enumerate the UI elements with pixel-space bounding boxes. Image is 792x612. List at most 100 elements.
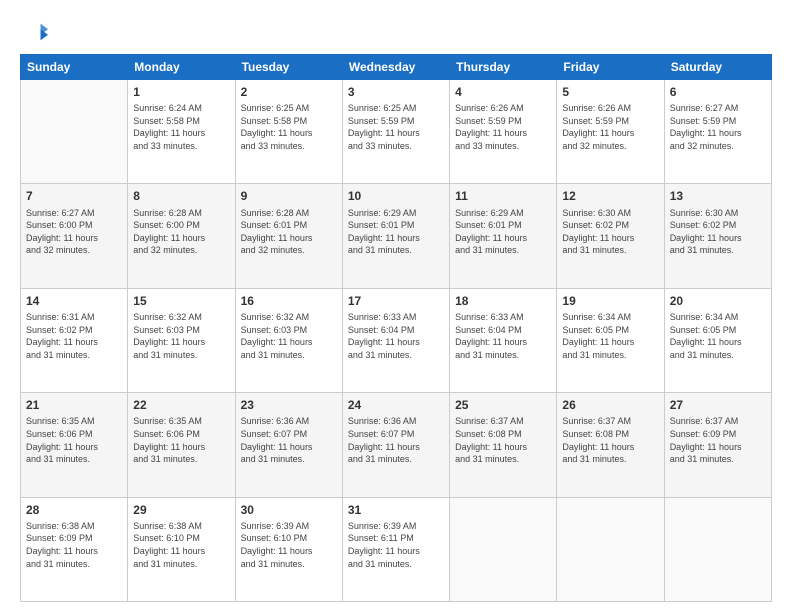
day-info: Sunrise: 6:29 AM Sunset: 6:01 PM Dayligh… [455, 207, 551, 257]
day-info: Sunrise: 6:34 AM Sunset: 6:05 PM Dayligh… [670, 311, 766, 361]
day-number: 12 [562, 188, 658, 204]
day-info: Sunrise: 6:39 AM Sunset: 6:11 PM Dayligh… [348, 520, 444, 570]
day-number: 13 [670, 188, 766, 204]
day-number: 10 [348, 188, 444, 204]
calendar-cell: 16Sunrise: 6:32 AM Sunset: 6:03 PM Dayli… [235, 288, 342, 392]
day-info: Sunrise: 6:25 AM Sunset: 5:58 PM Dayligh… [241, 102, 337, 152]
calendar-cell: 15 Sunrise: 6:32 AM Sunset: 6:03 PM Dayli… [128, 288, 235, 392]
day-info: Sunrise: 6:36 AM Sunset: 6:07 PM Dayligh… [241, 415, 337, 465]
day-number: 19 [562, 293, 658, 309]
day-number: 17 [348, 293, 444, 309]
calendar-cell: 27 Sunrise: 6:37 AM Sunset: 6:09 PM Dayli… [664, 393, 771, 497]
day-info: Sunrise: 6:33 AM Sunset: 6:04 PM Dayligh… [455, 311, 551, 361]
calendar-cell: 22Sunrise: 6:35 AM Sunset: 6:06 PM Dayli… [128, 393, 235, 497]
calendar-cell: 8Sunrise: 6:28 AM Sunset: 6:00 PM Daylig… [128, 184, 235, 288]
weekday-header: Wednesday [342, 55, 449, 80]
day-info: Sunrise: 6:30 AM Sunset: 6:02 PM Dayligh… [562, 207, 658, 257]
day-number: 29 [133, 502, 229, 518]
calendar-cell [21, 80, 128, 184]
calendar-cell: 25 Sunrise: 6:37 AM Sunset: 6:08 PM Dayli… [450, 393, 557, 497]
day-number: 28 [26, 502, 122, 518]
logo-icon [20, 18, 48, 46]
day-number: 4 [455, 84, 551, 100]
day-number: 6 [670, 84, 766, 100]
calendar-cell: 9 Sunrise: 6:28 AM Sunset: 6:01 PM Daylig… [235, 184, 342, 288]
calendar-cell: 29 Sunrise: 6:38 AM Sunset: 6:10 PM Dayli… [128, 497, 235, 601]
weekday-header: Friday [557, 55, 664, 80]
day-info: Sunrise: 6:31 AM Sunset: 6:02 PM Dayligh… [26, 311, 122, 361]
calendar-cell: 21Sunrise: 6:35 AM Sunset: 6:06 PM Dayli… [21, 393, 128, 497]
calendar-cell: 19 Sunrise: 6:34 AM Sunset: 6:05 PM Dayli… [557, 288, 664, 392]
weekday-header: Sunday [21, 55, 128, 80]
calendar-cell: 10 Sunrise: 6:29 AM Sunset: 6:01 PM Dayli… [342, 184, 449, 288]
weekday-header: Tuesday [235, 55, 342, 80]
day-info: Sunrise: 6:25 AM Sunset: 5:59 PM Dayligh… [348, 102, 444, 152]
calendar-cell [664, 497, 771, 601]
calendar-cell: 1 Sunrise: 6:24 AM Sunset: 5:58 PM Daylig… [128, 80, 235, 184]
calendar-cell: 11 Sunrise: 6:29 AM Sunset: 6:01 PM Dayli… [450, 184, 557, 288]
day-info: Sunrise: 6:26 AM Sunset: 5:59 PM Dayligh… [562, 102, 658, 152]
day-info: Sunrise: 6:37 AM Sunset: 6:09 PM Dayligh… [670, 415, 766, 465]
calendar-cell: 5Sunrise: 6:26 AM Sunset: 5:59 PM Daylig… [557, 80, 664, 184]
calendar-cell: 7 Sunrise: 6:27 AM Sunset: 6:00 PM Daylig… [21, 184, 128, 288]
day-number: 26 [562, 397, 658, 413]
day-number: 23 [241, 397, 337, 413]
calendar: SundayMondayTuesdayWednesdayThursdayFrid… [20, 54, 772, 602]
day-info: Sunrise: 6:38 AM Sunset: 6:10 PM Dayligh… [133, 520, 229, 570]
day-number: 22 [133, 397, 229, 413]
calendar-cell [557, 497, 664, 601]
calendar-cell: 26 Sunrise: 6:37 AM Sunset: 6:08 PM Dayli… [557, 393, 664, 497]
calendar-cell: 14 Sunrise: 6:31 AM Sunset: 6:02 PM Dayli… [21, 288, 128, 392]
day-number: 27 [670, 397, 766, 413]
day-number: 9 [241, 188, 337, 204]
calendar-cell: 12 Sunrise: 6:30 AM Sunset: 6:02 PM Dayli… [557, 184, 664, 288]
day-info: Sunrise: 6:26 AM Sunset: 5:59 PM Dayligh… [455, 102, 551, 152]
day-info: Sunrise: 6:28 AM Sunset: 6:01 PM Dayligh… [241, 207, 337, 257]
calendar-cell: 2Sunrise: 6:25 AM Sunset: 5:58 PM Daylig… [235, 80, 342, 184]
day-info: Sunrise: 6:24 AM Sunset: 5:58 PM Dayligh… [133, 102, 229, 152]
day-number: 1 [133, 84, 229, 100]
calendar-cell: 18 Sunrise: 6:33 AM Sunset: 6:04 PM Dayli… [450, 288, 557, 392]
day-info: Sunrise: 6:34 AM Sunset: 6:05 PM Dayligh… [562, 311, 658, 361]
day-number: 3 [348, 84, 444, 100]
calendar-cell [450, 497, 557, 601]
day-info: Sunrise: 6:32 AM Sunset: 6:03 PM Dayligh… [241, 311, 337, 361]
header [20, 18, 772, 46]
day-info: Sunrise: 6:37 AM Sunset: 6:08 PM Dayligh… [455, 415, 551, 465]
page: SundayMondayTuesdayWednesdayThursdayFrid… [0, 0, 792, 612]
day-info: Sunrise: 6:27 AM Sunset: 5:59 PM Dayligh… [670, 102, 766, 152]
day-number: 25 [455, 397, 551, 413]
day-info: Sunrise: 6:32 AM Sunset: 6:03 PM Dayligh… [133, 311, 229, 361]
day-info: Sunrise: 6:33 AM Sunset: 6:04 PM Dayligh… [348, 311, 444, 361]
day-info: Sunrise: 6:27 AM Sunset: 6:00 PM Dayligh… [26, 207, 122, 257]
day-number: 30 [241, 502, 337, 518]
weekday-header: Monday [128, 55, 235, 80]
logo [20, 18, 52, 46]
day-number: 14 [26, 293, 122, 309]
day-number: 15 [133, 293, 229, 309]
day-number: 8 [133, 188, 229, 204]
day-info: Sunrise: 6:38 AM Sunset: 6:09 PM Dayligh… [26, 520, 122, 570]
calendar-cell: 3 Sunrise: 6:25 AM Sunset: 5:59 PM Daylig… [342, 80, 449, 184]
calendar-cell: 31 Sunrise: 6:39 AM Sunset: 6:11 PM Dayli… [342, 497, 449, 601]
day-info: Sunrise: 6:39 AM Sunset: 6:10 PM Dayligh… [241, 520, 337, 570]
weekday-header: Thursday [450, 55, 557, 80]
weekday-header: Saturday [664, 55, 771, 80]
calendar-cell: 28 Sunrise: 6:38 AM Sunset: 6:09 PM Dayli… [21, 497, 128, 601]
day-info: Sunrise: 6:30 AM Sunset: 6:02 PM Dayligh… [670, 207, 766, 257]
day-number: 31 [348, 502, 444, 518]
day-number: 18 [455, 293, 551, 309]
calendar-cell: 17 Sunrise: 6:33 AM Sunset: 6:04 PM Dayli… [342, 288, 449, 392]
day-number: 21 [26, 397, 122, 413]
day-number: 11 [455, 188, 551, 204]
day-number: 7 [26, 188, 122, 204]
calendar-cell: 6 Sunrise: 6:27 AM Sunset: 5:59 PM Daylig… [664, 80, 771, 184]
calendar-cell: 30 Sunrise: 6:39 AM Sunset: 6:10 PM Dayli… [235, 497, 342, 601]
day-number: 20 [670, 293, 766, 309]
calendar-cell: 13 Sunrise: 6:30 AM Sunset: 6:02 PM Dayli… [664, 184, 771, 288]
calendar-cell: 24Sunrise: 6:36 AM Sunset: 6:07 PM Dayli… [342, 393, 449, 497]
day-info: Sunrise: 6:37 AM Sunset: 6:08 PM Dayligh… [562, 415, 658, 465]
day-info: Sunrise: 6:36 AM Sunset: 6:07 PM Dayligh… [348, 415, 444, 465]
calendar-cell: 20 Sunrise: 6:34 AM Sunset: 6:05 PM Dayli… [664, 288, 771, 392]
day-info: Sunrise: 6:29 AM Sunset: 6:01 PM Dayligh… [348, 207, 444, 257]
